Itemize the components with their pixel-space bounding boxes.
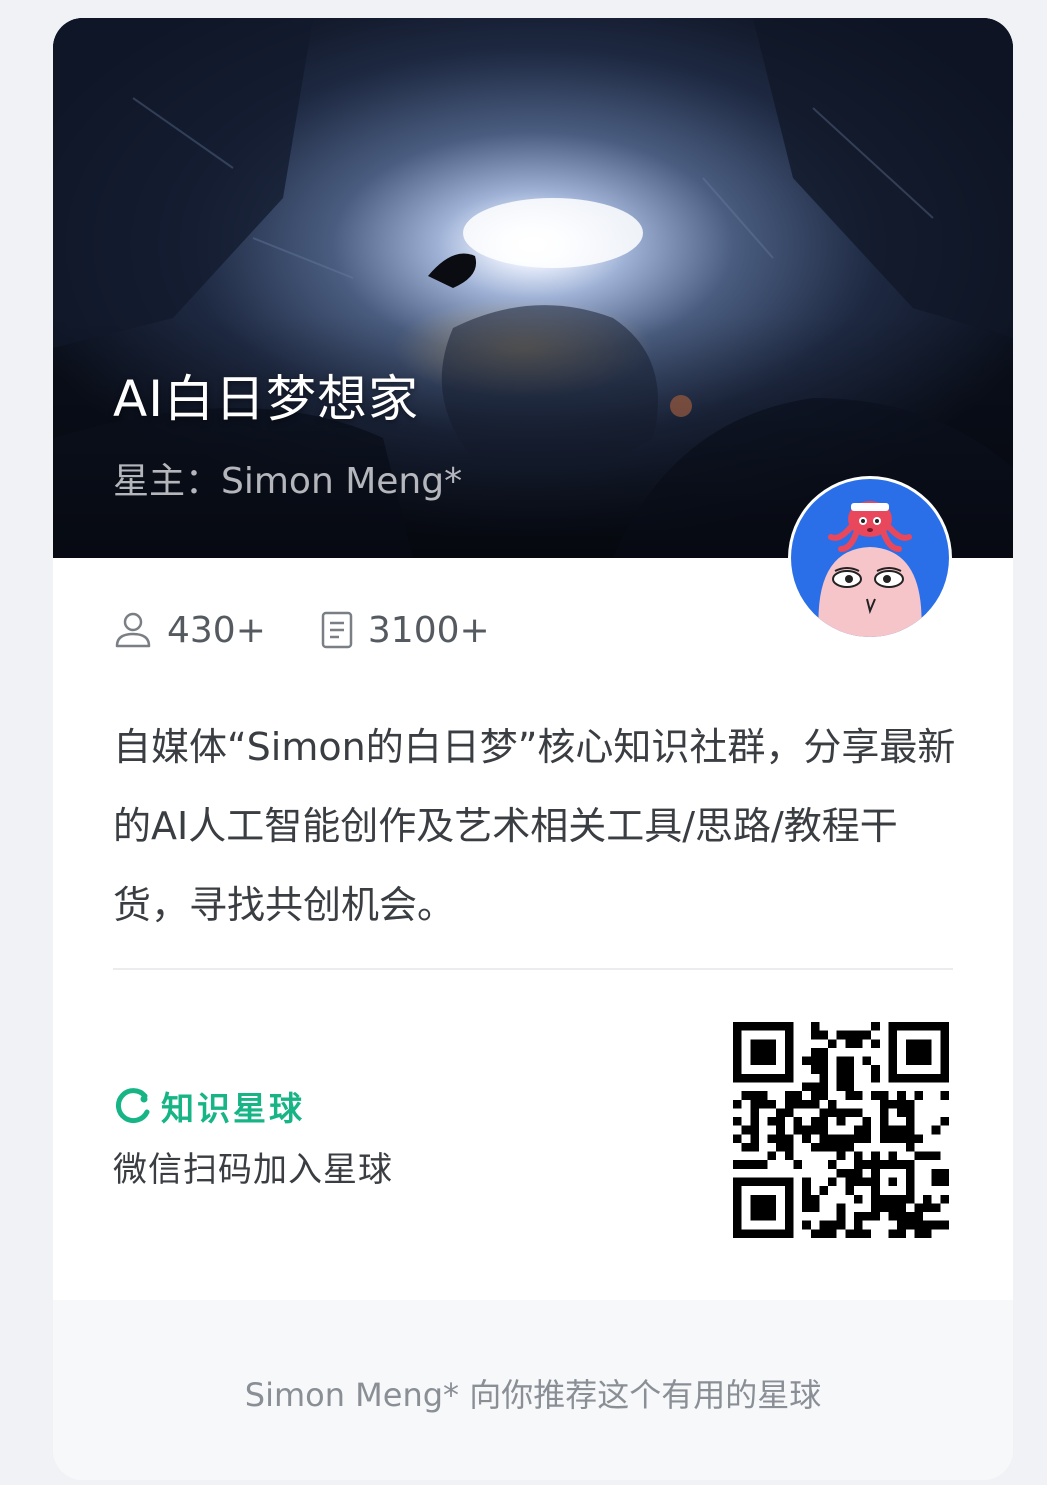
zsxq-brand: 知识星球 (113, 1086, 305, 1128)
planet-description: 自媒体“Simon的白日梦”核心知识社群，分享最新的AI人工智能创作及艺术相关工… (113, 725, 956, 927)
divider (113, 968, 953, 970)
post-count: 3100+ (320, 610, 490, 651)
octopus-cartoon-avatar (791, 479, 949, 637)
user-icon (115, 612, 151, 648)
planet-title: AI白日梦想家 (113, 370, 419, 428)
zsxq-logo-icon (116, 1088, 150, 1124)
member-count-value: 430+ (167, 609, 266, 651)
document-icon (321, 611, 353, 649)
member-count: 430+ (113, 610, 266, 651)
recommendation-text: Simon Meng* 向你推荐这个有用的星球 (244, 1376, 822, 1414)
qr-code[interactable] (733, 1022, 949, 1238)
planet-owner: 星主：Simon Meng* (113, 461, 463, 502)
planet-stats: 430+ 3100+ (113, 606, 544, 654)
planet-share-card: AI白日梦想家 星主：Simon Meng* 430+ 3100+ 自媒体“Si… (53, 18, 1013, 1480)
owner-avatar[interactable] (788, 476, 952, 640)
post-count-value: 3100+ (367, 609, 490, 651)
scan-instruction: 微信扫码加入星球 (113, 1150, 393, 1190)
qr-code-image (733, 1022, 949, 1238)
brand-name: 知识星球 (161, 1089, 305, 1128)
